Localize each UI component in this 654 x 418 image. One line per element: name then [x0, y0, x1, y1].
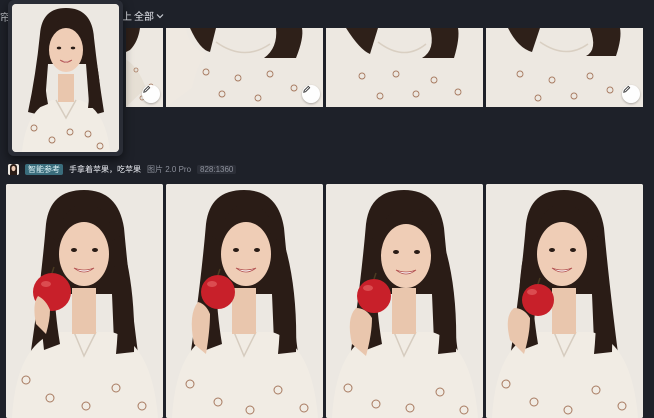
- woman-holding-apple: [486, 184, 643, 418]
- aspect-size-label: 828:1360: [197, 164, 237, 174]
- reference-thumbnail-icon[interactable]: [8, 163, 19, 175]
- prompt-text: 手拿着苹果，吃苹果: [69, 164, 141, 174]
- filter-label: 全部: [134, 12, 154, 23]
- results-grid: [6, 184, 654, 418]
- filter-dropdown[interactable]: 上 全部: [122, 8, 164, 23]
- result-image[interactable]: [326, 184, 483, 418]
- result-image[interactable]: [166, 184, 323, 418]
- pajama-image: [326, 28, 483, 107]
- reference-portrait: [12, 4, 119, 152]
- woman-holding-apple: [6, 184, 163, 418]
- result-thumbnail[interactable]: [126, 28, 163, 107]
- result-thumbnail[interactable]: [166, 28, 323, 107]
- filter-prefix: 上: [122, 12, 132, 23]
- edit-button[interactable]: [142, 85, 160, 103]
- result-thumbnail[interactable]: [486, 28, 643, 107]
- edit-button[interactable]: [622, 85, 640, 103]
- smart-reference-badge[interactable]: 智能参考: [25, 163, 63, 175]
- woman-holding-apple: [166, 184, 323, 418]
- model-label: 图片 2.0 Pro: [147, 164, 192, 174]
- pajama-image: [166, 28, 323, 107]
- generation-info: 智能参考 手拿着苹果，吃苹果 图片 2.0 Pro 828:1360: [8, 162, 237, 176]
- pajama-image: [486, 28, 643, 107]
- reference-image-popup: [8, 0, 123, 156]
- result-image[interactable]: [486, 184, 643, 418]
- woman-holding-apple: [326, 184, 483, 418]
- chevron-down-icon: [156, 11, 164, 21]
- result-thumbnail[interactable]: [326, 28, 483, 107]
- result-image[interactable]: [6, 184, 163, 418]
- edit-button[interactable]: [302, 85, 320, 103]
